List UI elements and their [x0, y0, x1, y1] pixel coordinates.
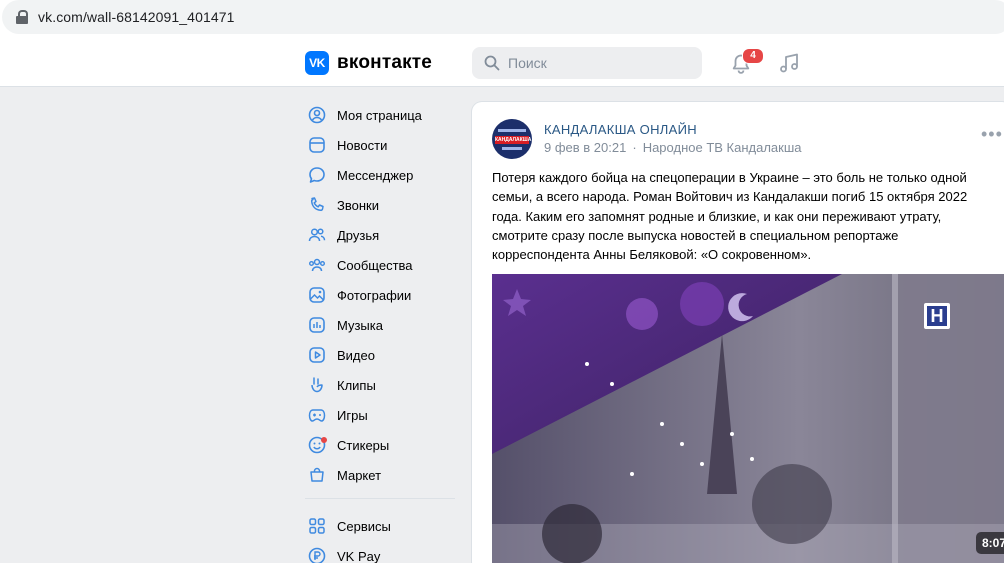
vk-logo[interactable]: VK вконтакте: [305, 51, 432, 75]
more-options-icon[interactable]: •••: [981, 125, 1003, 143]
nav-label: Игры: [337, 407, 368, 423]
search-icon: [484, 55, 500, 71]
music-icon: [309, 317, 325, 333]
avatar-logo-text: КАНДАЛАКША: [495, 136, 532, 144]
nav-item-services[interactable]: Сервисы: [305, 511, 460, 541]
nav-item-friends[interactable]: Друзья: [305, 220, 460, 250]
search-input[interactable]: [508, 55, 688, 71]
nav-item-messenger[interactable]: Мессенджер: [305, 160, 460, 190]
nav-item-music[interactable]: Музыка: [305, 310, 460, 340]
avatar-decoration: [502, 147, 522, 150]
nav-label: Друзья: [337, 227, 380, 243]
group-name-link[interactable]: КАНДАЛАКША ОНЛАЙН: [544, 122, 697, 137]
gamepad-icon: [308, 409, 326, 422]
search-box[interactable]: [472, 47, 702, 79]
nav-label: Сервисы: [337, 518, 391, 534]
market-bag-icon: [310, 467, 324, 482]
nav-item-market[interactable]: Маркет: [305, 460, 460, 490]
video-thumbnail: [492, 274, 1004, 563]
nav-label: Клипы: [337, 377, 376, 393]
nav-divider: [305, 498, 455, 499]
nav-label: Мессенджер: [337, 167, 414, 183]
browser-bar: vk.com/wall-68142091_401471: [0, 0, 1004, 38]
lock-icon: [16, 10, 28, 24]
services-grid-icon: [309, 518, 325, 534]
avatar-decoration: [498, 129, 526, 132]
post-date[interactable]: 9 фев в 20:21: [544, 140, 626, 155]
nav-item-games[interactable]: Игры: [305, 400, 460, 430]
photo-icon: [309, 287, 325, 303]
group-avatar[interactable]: КАНДАЛАКША: [492, 119, 532, 159]
nav-item-photos[interactable]: Фотографии: [305, 280, 460, 310]
nav-label: Звонки: [337, 197, 379, 213]
post-source[interactable]: Народное ТВ Кандалакша: [643, 140, 802, 155]
notifications-badge: 4: [742, 48, 764, 64]
nav-item-my-page[interactable]: Моя страница: [305, 100, 460, 130]
nav-item-communities[interactable]: Сообщества: [305, 250, 460, 280]
video-channel-logo: Н: [930, 306, 944, 326]
video-player[interactable]: Н 8:07: [492, 274, 1004, 563]
nav-item-vkpay[interactable]: VK Pay: [305, 541, 460, 563]
address-bar[interactable]: vk.com/wall-68142091_401471: [2, 0, 1004, 34]
phone-icon: [310, 197, 324, 212]
new-indicator-dot: [321, 437, 327, 443]
nav-label: Маркет: [337, 467, 382, 483]
message-icon: [309, 167, 325, 183]
nav-item-stickers[interactable]: Стикеры: [305, 430, 460, 460]
clips-icon: [311, 377, 323, 393]
nav-label: Стикеры: [337, 437, 390, 453]
wall-post: КАНДАЛАКША КАНДАЛАКША ОНЛАЙН 9 фев в 20:…: [472, 102, 1004, 563]
nav-item-clips[interactable]: Клипы: [305, 370, 460, 400]
nav-item-news[interactable]: Новости: [305, 130, 460, 160]
nav-label: Моя страница: [337, 107, 422, 123]
video-duration: 8:07: [976, 532, 1004, 554]
music-note-icon[interactable]: [778, 52, 800, 74]
nav-label: Сообщества: [337, 257, 413, 273]
nav-label: Видео: [337, 347, 375, 363]
nav-item-calls[interactable]: Звонки: [305, 190, 460, 220]
nav-item-video[interactable]: Видео: [305, 340, 460, 370]
user-circle-icon: [308, 106, 326, 124]
nav-label: VK Pay: [337, 548, 381, 563]
site-header: VK вконтакте 4: [0, 38, 1004, 87]
left-nav: Моя страница Новости Мессенджер Звонки Д…: [305, 100, 460, 563]
nav-label: Фотографии: [337, 287, 412, 303]
logo-text: вконтакте: [337, 52, 433, 73]
vkpay-icon: [308, 547, 326, 563]
post-meta: 9 фев в 20:21 · Народное ТВ Кандалакша: [544, 140, 802, 155]
communities-icon: [309, 258, 325, 272]
post-text: Потеря каждого бойца на спецоперации в У…: [492, 170, 968, 263]
friends-icon: [308, 228, 326, 242]
nav-label: Новости: [337, 137, 388, 153]
meta-separator: ·: [632, 140, 637, 155]
video-icon: [309, 347, 325, 363]
vk-logo-icon: VK: [305, 51, 329, 75]
newsfeed-icon: [309, 137, 325, 153]
url-text[interactable]: vk.com/wall-68142091_401471: [38, 9, 235, 25]
nav-label: Музыка: [337, 317, 383, 333]
